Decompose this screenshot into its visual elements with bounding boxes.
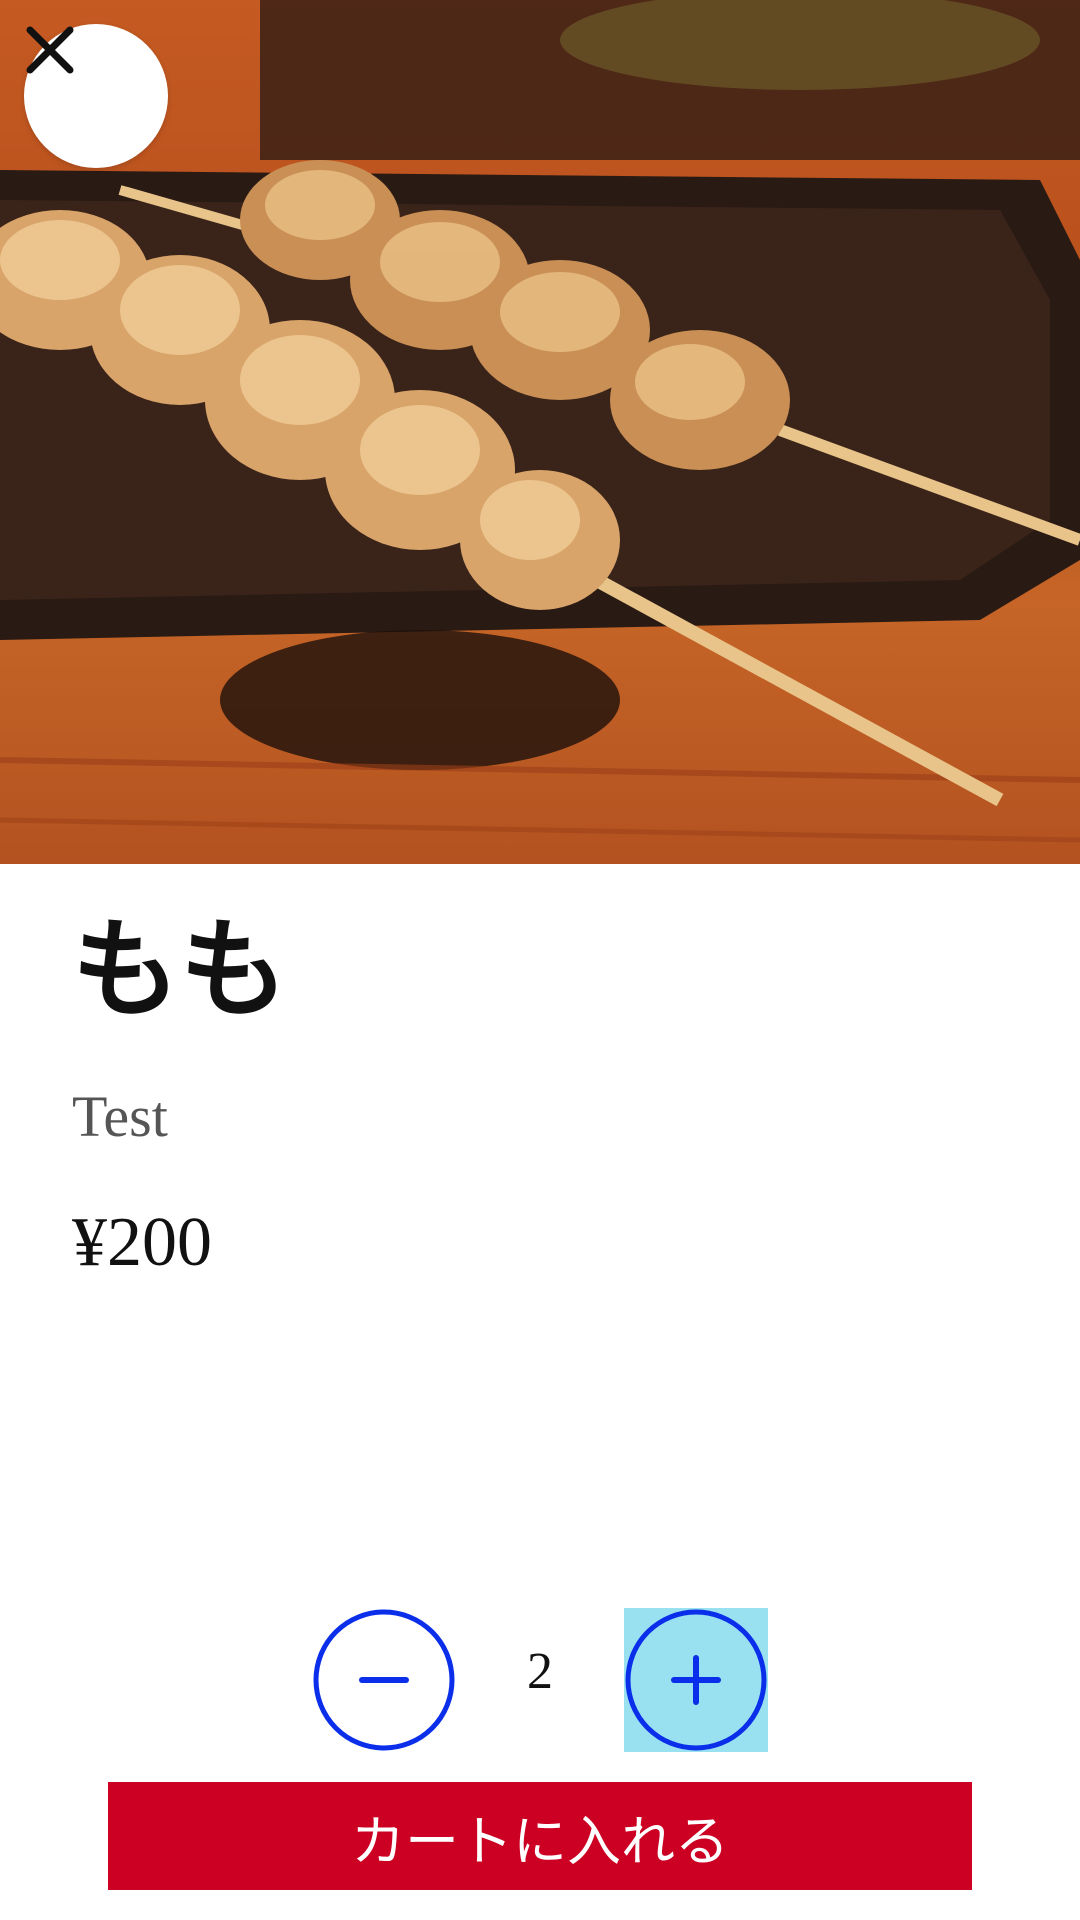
quantity-stepper: 2 xyxy=(0,1608,1080,1752)
add-to-cart-button[interactable]: カートに入れる xyxy=(108,1782,972,1890)
minus-circle-icon xyxy=(313,1609,455,1751)
close-icon xyxy=(26,26,74,74)
item-price: ¥200 xyxy=(72,1204,212,1281)
close-button[interactable] xyxy=(24,24,168,168)
item-detail-page: もも Test ¥200 2 カートに入れる xyxy=(0,0,1080,1920)
quantity-value: 2 xyxy=(527,1643,553,1700)
item-photo xyxy=(0,0,1080,864)
plus-circle-icon xyxy=(625,1609,767,1751)
item-description: Test xyxy=(72,1084,168,1149)
decrease-quantity-button[interactable] xyxy=(312,1608,456,1752)
item-name: もも xyxy=(72,908,289,1033)
increase-quantity-button[interactable] xyxy=(624,1608,768,1752)
